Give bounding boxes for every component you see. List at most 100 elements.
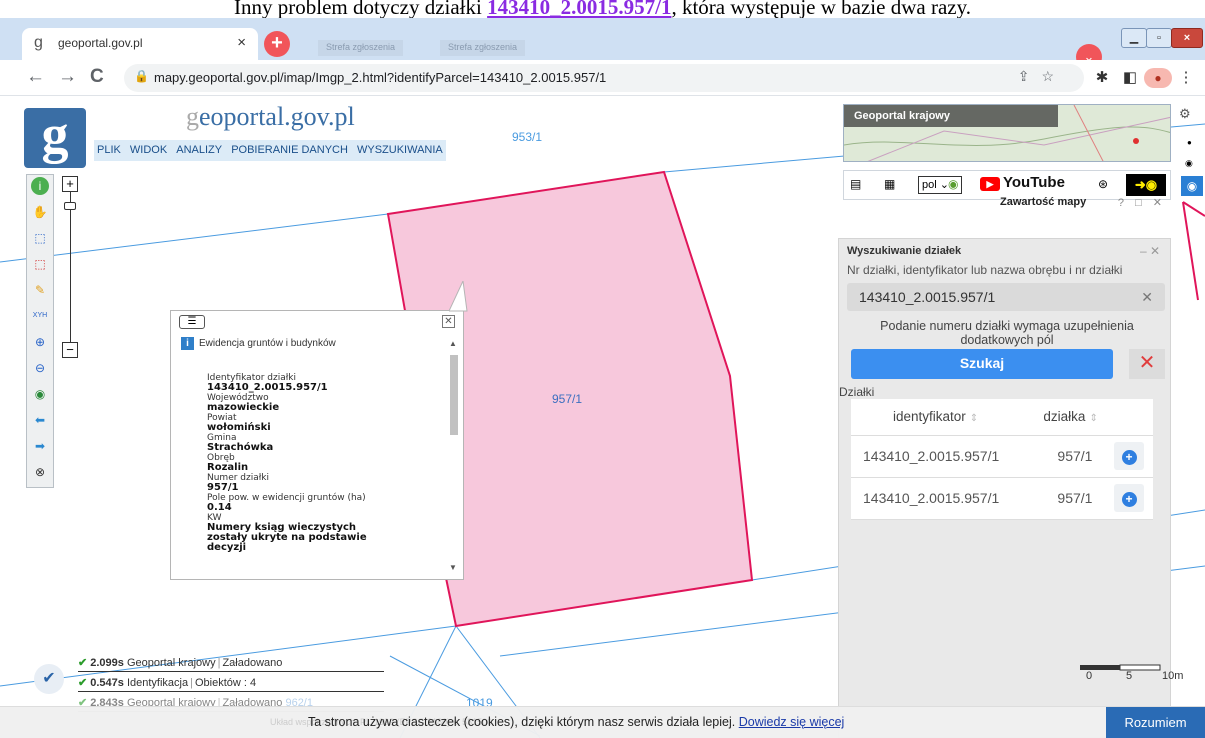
clear-icon[interactable]: ⊗	[31, 463, 49, 481]
zoom-plus-button[interactable]: +	[62, 176, 78, 192]
sort-icon[interactable]: ⇕	[970, 413, 978, 424]
col-parcel-header[interactable]: działka ⇕	[1043, 399, 1115, 436]
scale-bar: 0 5 10m	[1080, 664, 1190, 684]
zoom-box-icon[interactable]: ⬚	[31, 229, 49, 247]
add-parcel-button[interactable]: +	[1114, 442, 1145, 470]
info-icon[interactable]: i	[31, 177, 49, 195]
cell-identifier: 143410_2.0015.957/1	[851, 477, 1044, 520]
menu-item-pobieranie[interactable]: POBIERANIE DANYCH	[228, 140, 351, 156]
scroll-thumb[interactable]	[450, 355, 458, 435]
back-icon[interactable]: ←	[26, 66, 45, 88]
minimap-road	[844, 126, 1170, 146]
background-tab-2[interactable]: Strefa zgłoszenia	[440, 40, 526, 56]
plus-icon: +	[1121, 492, 1137, 507]
menu-item-plik[interactable]: PLIK	[94, 140, 124, 156]
popup-scrollbar[interactable]: ▲ ▼	[448, 339, 460, 575]
youtube-label: YouTube	[1003, 174, 1065, 191]
dot-icon[interactable]: ●	[1187, 138, 1192, 147]
parcel-search-input[interactable]: 143410_2.0015.957/1 ✕	[847, 283, 1165, 311]
overview-minimap[interactable]: Geoportal krajowy	[843, 104, 1171, 162]
doc-highlight: 143410_2.0015.957/1	[487, 0, 672, 19]
cell-action: +	[1114, 477, 1153, 520]
cookie-accept-button[interactable]: Rozumiem	[1106, 707, 1205, 738]
popup-close-icon[interactable]: ✕	[442, 315, 455, 328]
table-row[interactable]: 143410_2.0015.957/1 957/1 +	[851, 477, 1153, 520]
menu-item-wyszukiwania[interactable]: WYSZUKIWANIA	[354, 140, 446, 156]
menu-item-analizy[interactable]: ANALIZY	[173, 140, 225, 156]
zoom-track[interactable]	[70, 192, 71, 348]
map-viewport[interactable]: 953/1 957/1 28 1 1019 95 g geoportal.gov…	[0, 96, 1205, 738]
settings-gear-icon[interactable]: ⚙	[1179, 106, 1191, 122]
lock-icon[interactable]: 🔒	[134, 69, 149, 83]
sidepanel-icon[interactable]: ◧	[1116, 68, 1144, 86]
close-window-button[interactable]: ×	[1171, 28, 1203, 48]
tab-close-icon[interactable]: ×	[237, 34, 246, 51]
field-value: mazowieckie	[207, 402, 280, 413]
scroll-down-icon[interactable]: ▼	[449, 563, 457, 572]
popup-source: i Ewidencja gruntów i budynków	[181, 335, 447, 355]
scroll-up-icon[interactable]: ▲	[449, 339, 457, 348]
high-contrast-icon[interactable]: ➜◉	[1126, 174, 1166, 196]
globe-icon[interactable]: ◉	[31, 385, 49, 403]
doc-suffix: , która występuje w bazie dwa razy.	[671, 0, 971, 19]
status-toggle-icon[interactable]: ✔	[34, 664, 64, 694]
back-arrow-icon[interactable]: ⬅	[31, 411, 49, 429]
eye-small-icon[interactable]: ◉	[1185, 158, 1193, 169]
clear-input-icon[interactable]: ✕	[1141, 289, 1153, 306]
geoportal-wordmark: geoportal.gov.pl	[186, 102, 355, 132]
zoom-knob[interactable]	[64, 202, 76, 210]
status-msg: Załadowano	[222, 657, 283, 669]
wms-icon[interactable]: ▦	[884, 177, 895, 191]
legend-icon[interactable]: ▤	[850, 177, 861, 191]
col-identifier-header[interactable]: identyfikator ⇕	[851, 399, 1044, 436]
zoom-out-icon[interactable]: ⊖	[31, 359, 49, 377]
zoom-minus-button[interactable]: −	[62, 342, 78, 358]
table-row[interactable]: 143410_2.0015.957/1 957/1 +	[851, 435, 1153, 478]
browser-tab[interactable]: g geoportal.gov.pl ×	[22, 28, 258, 60]
help-icon[interactable]: ◉	[948, 177, 958, 191]
geoportal-logo[interactable]: g	[24, 107, 86, 168]
check-icon: ✔	[78, 657, 88, 669]
menu-item-widok[interactable]: WIDOK	[127, 140, 170, 156]
popup-body[interactable]: i Ewidencja gruntów i budynków Identyfik…	[181, 335, 447, 577]
profile-avatar[interactable]: ●	[1144, 68, 1172, 88]
cancel-search-button[interactable]: ✕	[1129, 349, 1165, 379]
new-tab-button[interactable]: +	[264, 31, 290, 57]
xyh-icon[interactable]: XYH	[31, 307, 49, 325]
add-parcel-button[interactable]: +	[1114, 484, 1145, 512]
field-value: Numery ksiąg wieczystych zostały ukryte …	[207, 522, 367, 553]
panel-window-controls[interactable]: ? □ ✕	[1118, 196, 1166, 209]
tab-title: geoportal.gov.pl	[58, 36, 143, 50]
pan-hand-icon[interactable]: ✋	[31, 203, 49, 221]
search-panel-controls[interactable]: – ✕	[1140, 244, 1160, 258]
background-tab-1[interactable]: Strefa zgłoszenia	[318, 40, 404, 56]
reload-icon[interactable]: C	[90, 66, 104, 88]
map-content-panel-header[interactable]: Zawartość mapy ? □ ✕	[1000, 196, 1170, 212]
youtube-link[interactable]: ▶ YouTube	[980, 174, 1065, 196]
forward-icon[interactable]: →	[58, 66, 77, 88]
maximize-button[interactable]: ▫	[1146, 28, 1172, 48]
cell-action: +	[1114, 435, 1153, 478]
url-text: mapy.geoportal.gov.pl/imap/Imgp_2.html?i…	[154, 70, 607, 85]
cookie-learn-more-link[interactable]: Dowiedz się więcej	[739, 715, 845, 729]
status-msg: Obiektów : 4	[194, 677, 257, 689]
search-button[interactable]: Szukaj	[851, 349, 1113, 379]
list-icon[interactable]: ☰	[179, 315, 205, 329]
zoom-in-icon[interactable]: ⊕	[31, 333, 49, 351]
url-field[interactable]: 🔒 mapy.geoportal.gov.pl/imap/Imgp_2.html…	[124, 64, 1084, 92]
select-box-icon[interactable]: ⬚	[31, 255, 49, 273]
cell-parcel: 957/1	[1043, 477, 1115, 520]
menu-icon[interactable]: ⋮	[1172, 68, 1200, 86]
status-time: 2.099s	[90, 657, 124, 669]
forward-arrow-icon[interactable]: ➡	[31, 437, 49, 455]
share-star-icons[interactable]: ⇪☆	[1018, 68, 1066, 85]
extensions-icon[interactable]: ✱	[1088, 68, 1116, 86]
avatar[interactable]: ●	[1144, 68, 1172, 88]
visibility-toggle-icon[interactable]: ◉	[1181, 176, 1203, 196]
sort-icon[interactable]: ⇕	[1089, 413, 1097, 424]
accessibility-icon[interactable]: ⊛	[1098, 177, 1108, 191]
field-value: Rozalin	[207, 462, 249, 473]
col-parcel-label: działka	[1043, 409, 1086, 425]
minimize-button[interactable]: ▁	[1121, 28, 1147, 48]
pencil-icon[interactable]: ✎	[31, 281, 49, 299]
